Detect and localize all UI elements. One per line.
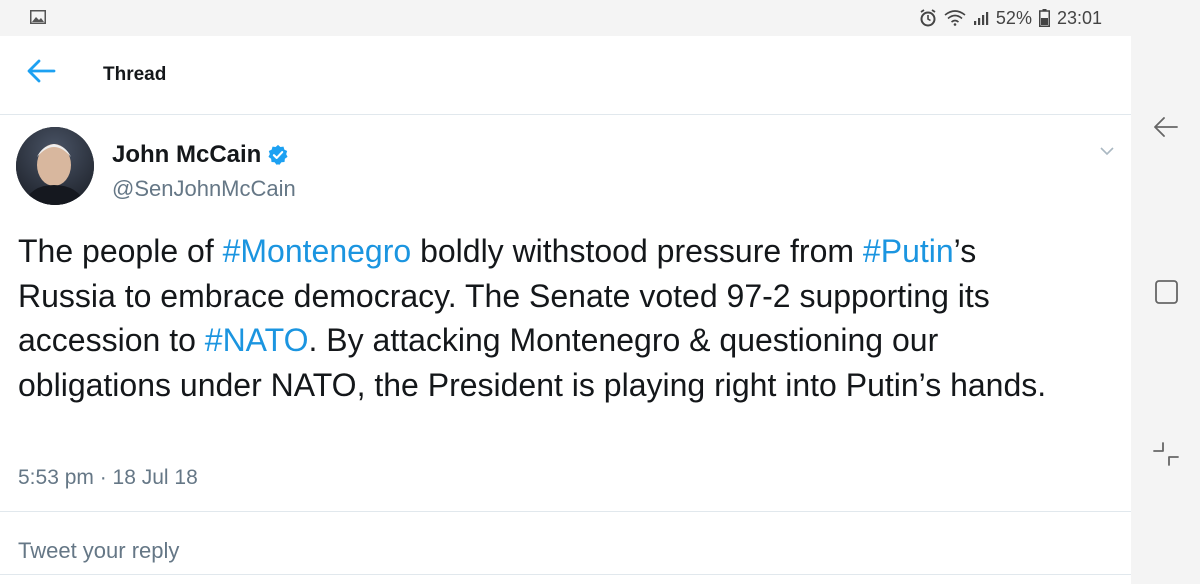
tweet-timestamp: 5:53 pm · 18 Jul 18 <box>18 466 198 489</box>
app-bar: Thread <box>0 36 1131 115</box>
image-icon <box>30 10 46 24</box>
tweet-text: The people of #Montenegro boldly withsto… <box>18 229 1078 408</box>
divider <box>0 574 1131 575</box>
reply-input[interactable]: Tweet your reply <box>18 538 179 564</box>
back-nav-icon[interactable] <box>1149 110 1183 144</box>
chevron-down-icon[interactable] <box>1096 144 1118 158</box>
tweet: John McCain @SenJohnMcCain The people of… <box>0 115 1131 510</box>
author-handle[interactable]: @SenJohnMcCain <box>112 176 296 202</box>
wifi-icon <box>944 10 966 26</box>
home-nav-icon[interactable] <box>1149 275 1183 309</box>
clock: 23:01 <box>1056 7 1102 28</box>
hashtag-putin-link[interactable]: #Putin <box>863 233 954 269</box>
reply-bar: Tweet your reply <box>0 512 1131 574</box>
author-name-text: John McCain <box>112 141 262 168</box>
hashtag-nato-link[interactable]: #NATO <box>205 322 309 358</box>
avatar[interactable] <box>16 127 94 205</box>
verified-badge-icon <box>268 144 288 165</box>
avatar-image <box>16 127 94 205</box>
navigation-bar <box>1131 36 1200 584</box>
recents-nav-icon[interactable] <box>1149 437 1183 471</box>
battery-percent: 52% <box>995 7 1032 28</box>
status-icons: 52% 23:01 <box>919 6 1102 30</box>
arrow-left-icon[interactable] <box>22 56 62 86</box>
tweet-text-part: The people of <box>18 233 223 269</box>
tweet-text-part: boldly withstood pressure from <box>411 233 863 269</box>
alarm-icon <box>920 9 936 27</box>
hashtag-montenegro-link[interactable]: #Montenegro <box>223 233 412 269</box>
signal-icon <box>973 12 989 25</box>
battery-icon <box>1038 9 1050 27</box>
page-title: Thread <box>103 64 167 85</box>
status-bar: 52% 23:01 <box>0 0 1200 36</box>
author-name[interactable]: John McCain <box>112 141 289 169</box>
